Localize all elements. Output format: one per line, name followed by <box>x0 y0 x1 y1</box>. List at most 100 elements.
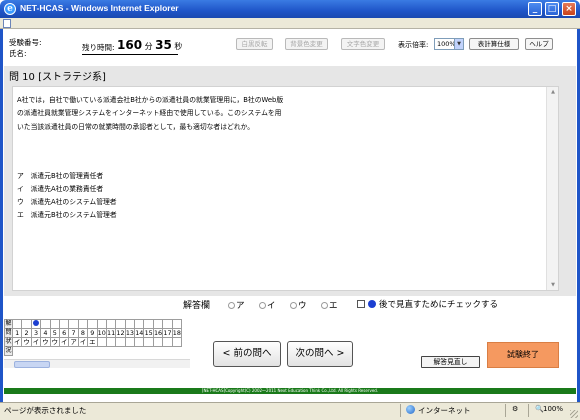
address-bar <box>0 18 580 29</box>
grid-answer-cell[interactable] <box>115 337 126 347</box>
grid-answer-cell[interactable] <box>171 337 183 347</box>
grid-answer-cell[interactable] <box>143 337 154 347</box>
grid-answer-cell[interactable] <box>134 337 145 347</box>
maximize-button[interactable]: □ <box>545 2 559 16</box>
choice-i: イ 派遣先A社の業務責任者 <box>17 185 104 193</box>
grid-question-number[interactable]: 4 <box>40 328 51 338</box>
grid-mark-cell[interactable] <box>143 319 154 329</box>
grid-question-number[interactable]: 3 <box>30 328 42 338</box>
grid-answer-cell[interactable]: ア <box>68 337 79 347</box>
close-button[interactable]: × <box>562 2 576 16</box>
choice-u: ウ 派遣先A社のシステム管理者 <box>17 198 117 206</box>
grid-question-number[interactable]: 14 <box>134 328 145 338</box>
grid-question-number[interactable]: 17 <box>162 328 173 338</box>
radio-a[interactable] <box>228 302 235 309</box>
grid-answer-cell[interactable] <box>162 337 173 347</box>
grid-mark-cell[interactable] <box>21 319 32 329</box>
grid-mark-cell[interactable] <box>49 319 60 329</box>
answer-option-i[interactable]: イ <box>259 299 276 311</box>
prev-question-button[interactable]: < 前の問へ <box>213 341 281 367</box>
review-mark-icon <box>368 300 376 308</box>
grid-answer-cell[interactable]: ウ <box>21 337 32 347</box>
radio-e[interactable] <box>321 302 328 309</box>
minimize-button[interactable]: _ <box>528 2 542 16</box>
chevron-down-icon[interactable]: ▼ <box>454 39 463 49</box>
grid-mark-cell[interactable] <box>11 319 23 329</box>
radio-i[interactable] <box>259 302 266 309</box>
grid-question-number[interactable]: 12 <box>115 328 126 338</box>
text-color-button[interactable]: 文字色変更 <box>341 38 385 50</box>
question-text: A社では，自社で働いている派遣会社B社からの派遣社員の就業管理用に，B社のWeb… <box>17 96 284 131</box>
grid-answer-cell[interactable]: ウ <box>49 337 60 347</box>
grid-question-number[interactable]: 5 <box>49 328 60 338</box>
grid-question-number[interactable]: 7 <box>68 328 79 338</box>
grid-answer-cell[interactable]: イ <box>11 337 23 347</box>
background-color-button[interactable]: 背景色変更 <box>285 38 328 50</box>
security-zone: インターネット <box>418 406 471 415</box>
grid-question-number[interactable]: 15 <box>143 328 154 338</box>
display-scale-label: 表示倍率: <box>398 41 429 49</box>
next-question-button[interactable]: 次の問へ > <box>287 341 353 367</box>
grid-answer-cell[interactable]: イ <box>30 337 42 347</box>
answer-option-u[interactable]: ウ <box>290 299 307 311</box>
grid-question-number[interactable]: 6 <box>58 328 70 338</box>
grid-question-number[interactable]: 2 <box>21 328 32 338</box>
protected-mode-icon[interactable]: ⚙ <box>512 405 518 413</box>
radio-u[interactable] <box>290 302 297 309</box>
time-minutes-unit: 分 <box>144 42 153 51</box>
grid-question-number[interactable]: 13 <box>124 328 136 338</box>
grid-answer-cell[interactable] <box>105 337 117 347</box>
question-scrollbar[interactable]: ▲ ▼ <box>546 87 558 290</box>
grid-mark-cell[interactable] <box>68 319 79 329</box>
window-title: NET-HCAS - Windows Internet Explorer <box>20 3 179 13</box>
grid-row-label: 問 <box>4 328 13 338</box>
question-title: 問 10 [ストラテジ系] <box>9 72 106 83</box>
grid-mark-cell[interactable] <box>40 319 51 329</box>
grid-question-number[interactable]: 10 <box>96 328 107 338</box>
grid-mark-cell[interactable] <box>162 319 173 329</box>
grid-question-number[interactable]: 16 <box>152 328 164 338</box>
grid-mark-cell[interactable] <box>105 319 117 329</box>
grid-question-number[interactable]: 18 <box>171 328 183 338</box>
display-scale-select[interactable]: 100% ▼ <box>434 38 464 50</box>
grid-answer-cell[interactable] <box>152 337 164 347</box>
grid-mark-cell[interactable] <box>115 319 126 329</box>
grid-answer-cell[interactable]: イ <box>77 337 89 347</box>
grid-mark-cell[interactable] <box>58 319 70 329</box>
grid-mark-cell[interactable] <box>87 319 98 329</box>
grid-mark-cell[interactable] <box>152 319 164 329</box>
answer-option-e[interactable]: エ <box>321 299 338 311</box>
answer-option-a[interactable]: ア <box>228 299 245 311</box>
grid-question-number[interactable]: 9 <box>87 328 98 338</box>
grid-mark-cell[interactable] <box>171 319 183 329</box>
grid-mark-cell[interactable] <box>77 319 89 329</box>
grid-answer-cell[interactable]: エ <box>87 337 98 347</box>
answer-review-button[interactable]: 解答見直し <box>421 356 480 368</box>
time-seconds-unit: 秒 <box>174 42 183 51</box>
grid-answer-cell[interactable]: ウ <box>40 337 51 347</box>
grid-scrollbar[interactable] <box>4 359 190 368</box>
grid-question-number[interactable]: 8 <box>77 328 89 338</box>
grid-answer-cell[interactable] <box>124 337 136 347</box>
invert-colors-button[interactable]: 白黒反転 <box>236 38 273 50</box>
scroll-down-icon[interactable]: ▼ <box>547 280 559 290</box>
grid-answer-cell[interactable] <box>96 337 107 347</box>
help-button[interactable]: ヘルプ <box>525 38 553 50</box>
grid-answer-cell[interactable]: イ <box>58 337 70 347</box>
end-exam-button[interactable]: 試験終了 <box>487 342 559 368</box>
grid-scroll-thumb[interactable] <box>14 361 50 368</box>
resize-grip[interactable] <box>570 410 578 418</box>
grid-question-number[interactable]: 1 <box>11 328 23 338</box>
grid-mark-cell[interactable] <box>124 319 136 329</box>
status-bar <box>0 402 580 420</box>
grid-mark-cell[interactable] <box>96 319 107 329</box>
grid-mark-cell[interactable] <box>30 319 42 329</box>
status-divider <box>400 404 401 417</box>
grid-question-number[interactable]: 11 <box>105 328 117 338</box>
timer-underline <box>82 54 178 55</box>
spreadsheet-spec-button[interactable]: 表計算仕様 <box>469 38 519 50</box>
scroll-up-icon[interactable]: ▲ <box>547 87 559 97</box>
zoom-level[interactable]: 100% <box>543 405 563 413</box>
grid-mark-cell[interactable] <box>134 319 145 329</box>
review-checkbox[interactable] <box>357 300 365 308</box>
